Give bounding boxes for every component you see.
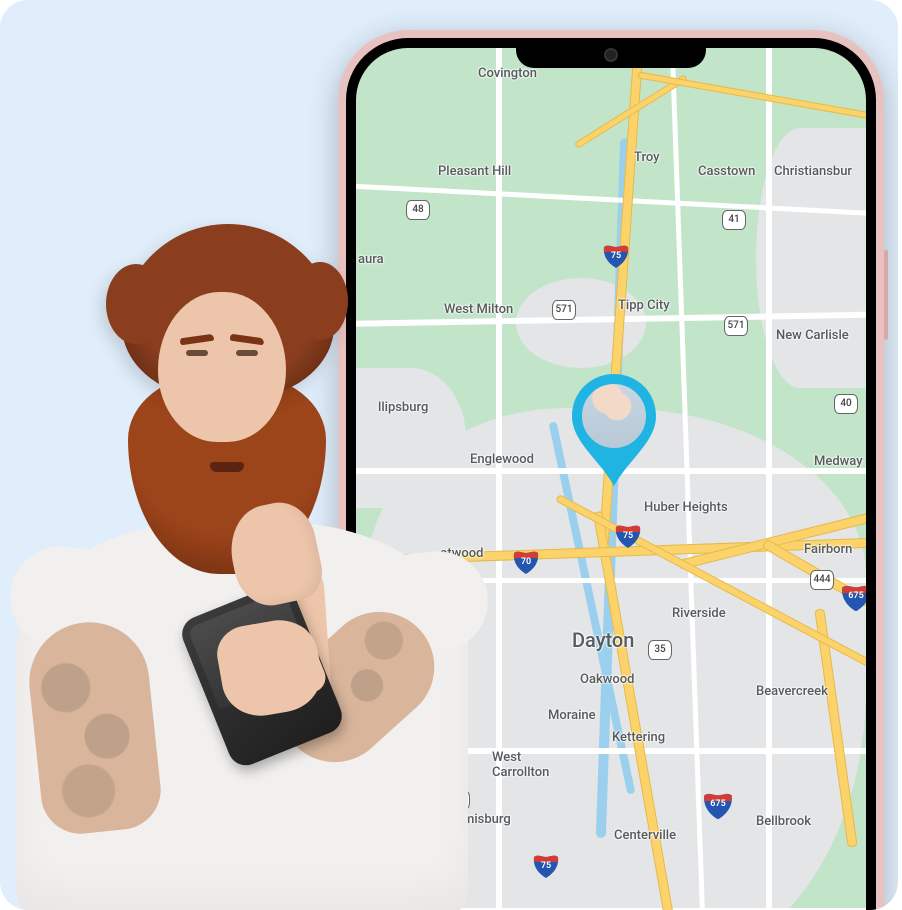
route-badge-40: 40 [834,394,858,414]
map-label-west-milton: West Milton [444,302,513,317]
map-label-medway: Medway [814,454,863,469]
interstate-label: 675 [710,799,725,809]
handheld-phone-icon [177,579,347,770]
map-label-englewood: Englewood [470,452,534,467]
interstate-shield-icon: 75 [602,244,630,268]
map-label-pleasant-hill: Pleasant Hill [438,164,511,179]
map-label-tipp-city: Tipp City [618,298,670,313]
map-label-covington: Covington [478,66,537,81]
person-forearm [272,562,333,725]
route-badge-48: 48 [406,200,430,220]
person-forearm [23,616,164,837]
person-hand [223,496,328,612]
person-face [158,292,286,442]
person-beard [128,374,326,574]
phone-screen: Covington Pleasant Hill Troy Casstown Ch… [356,48,866,910]
interstate-label: 675 [848,591,863,601]
person-thumb [276,621,330,697]
map-label-riverside: Riverside [672,606,726,621]
phone-mockup: Covington Pleasant Hill Troy Casstown Ch… [338,30,884,910]
map-label-bellbrook: Bellbrook [756,814,811,829]
location-pin[interactable] [572,374,656,486]
interstate-shield-icon: 75 [532,854,560,878]
interstate-label: 70 [521,557,531,567]
route-badge-41: 41 [722,210,746,230]
map-label-phillipsburg: llipsburg [378,400,428,415]
map-label-casstown: Casstown [698,164,755,179]
interstate-shield-icon: 75 [614,524,642,548]
map[interactable]: Covington Pleasant Hill Troy Casstown Ch… [356,48,866,910]
person-sleeve [5,541,145,654]
map-label-fairborn: Fairborn [804,542,852,557]
map-label-huber-heights: Huber Heights [644,500,728,515]
map-label-new-carlisle: New Carlisle [776,328,849,343]
map-label-oakwood: Oakwood [580,672,634,687]
map-label-kettering: Kettering [612,730,665,745]
route-badge-725: 725 [446,790,470,810]
phone-bezel: Covington Pleasant Hill Troy Casstown Ch… [346,38,876,910]
route-badge-571a: 571 [552,300,576,320]
phone-notch-icon [516,38,706,68]
interstate-shield-icon: 675 [840,584,866,608]
interstate-label: 75 [541,861,551,871]
route-badge-444: 444 [810,570,834,590]
map-label-trotwood: otwood [440,546,483,561]
map-label-moraine: Moraine [548,708,596,723]
map-label-troy: Troy [634,150,660,165]
interstate-shield-icon: 70 [512,550,540,574]
route-badge-35: 35 [648,640,672,660]
map-label-centerville: Centerville [614,828,676,843]
person-hair [122,224,334,400]
map-road [416,578,866,583]
map-label-laura: aura [358,252,384,267]
route-badge-571b: 571 [724,316,748,336]
person-hand [213,614,327,722]
map-label-miamisburg: amisburg [456,812,511,827]
map-road [356,748,866,754]
map-label-christiansburg: Christiansbur [774,164,852,179]
interstate-shield-icon: 675 [702,792,734,816]
map-road [766,48,772,910]
avatar [578,380,650,452]
hero-card: Covington Pleasant Hill Troy Casstown Ch… [0,0,898,910]
map-label-west-carrollton: West Carrollton [492,750,549,780]
phone-side-button [884,250,888,340]
map-urban-area [356,368,466,508]
interstate-label: 75 [623,531,633,541]
map-label-dayton: Dayton [572,628,634,652]
map-label-beavercreek: Beavercreek [756,684,828,699]
interstate-label: 75 [611,251,621,261]
